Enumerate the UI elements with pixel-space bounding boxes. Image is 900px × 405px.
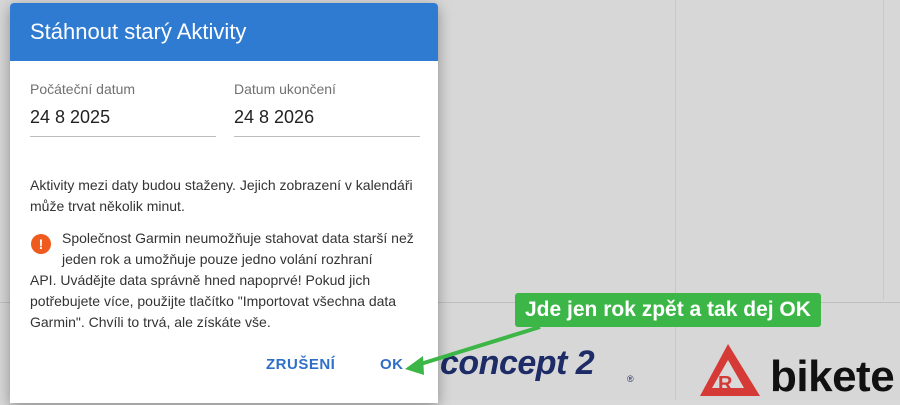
annotation-callout: Jde jen rok zpět a tak dej OK <box>515 293 821 327</box>
annotation-arrow-icon <box>405 325 541 375</box>
